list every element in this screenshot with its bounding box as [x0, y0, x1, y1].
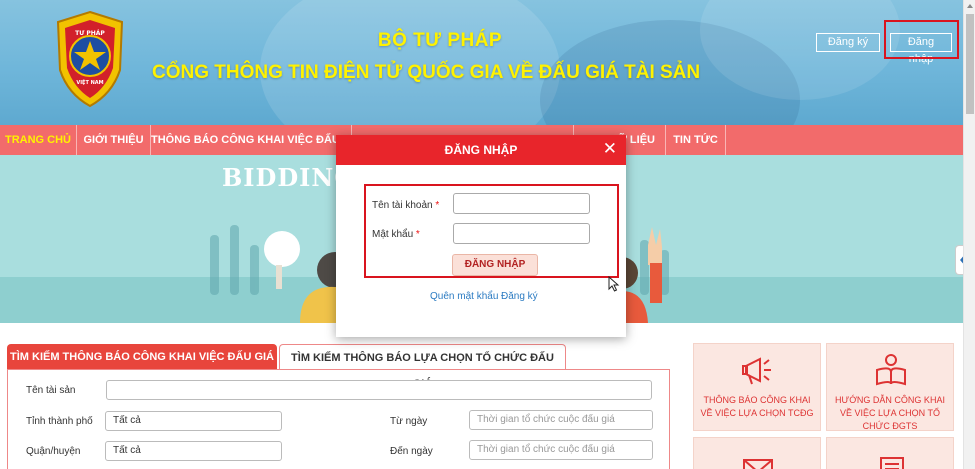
card-public-announcement[interactable]: THÔNG BÁO CÔNG KHAI VỀ VIỆC LỰA CHỌN TCĐ…: [693, 343, 821, 431]
ministry-logo[interactable]: TƯ PHÁP VIỆT NAM: [52, 10, 128, 108]
modal-title: ĐĂNG NHẬP: [444, 143, 518, 157]
from-date-label: Từ ngày: [390, 416, 428, 427]
nav-auction-announcements[interactable]: THÔNG BÁO CÔNG KHAI VIỆC ĐẤU GIÁ: [151, 125, 352, 155]
district-label: Quận/huyện: [26, 446, 81, 457]
from-date-input[interactable]: Thời gian tổ chức cuộc đấu giá: [469, 410, 653, 430]
district-select[interactable]: Tất cả: [105, 441, 282, 461]
asset-name-input[interactable]: [106, 380, 652, 400]
logo-text-bottom: VIỆT NAM: [76, 78, 103, 86]
card-documents[interactable]: [826, 437, 954, 469]
envelope-icon: [743, 459, 773, 469]
card-label: HƯỚNG DẪN CÔNG KHAI VỀ VIỆC LỰA CHỌN TỔ …: [835, 395, 945, 431]
scrollbar-thumb[interactable]: [966, 14, 974, 114]
close-icon[interactable]: ✕: [603, 135, 617, 163]
to-date-input[interactable]: Thời gian tổ chức cuộc đấu giá: [469, 440, 653, 460]
login-form-highlight: [364, 184, 619, 278]
portal-title: CỔNG THÔNG TIN ĐIỆN TỬ QUỐC GIA VỀ ĐẤU G…: [152, 62, 701, 83]
mouse-cursor-icon: [608, 276, 620, 292]
province-label: Tỉnh thành phố: [26, 416, 93, 427]
nav-news[interactable]: TIN TỨC: [666, 125, 726, 155]
megaphone-icon: [742, 357, 771, 385]
search-form: Tên tài sản Tỉnh thành phố Tất cả Từ ngà…: [7, 369, 670, 469]
to-date-label: Đến ngày: [390, 446, 433, 457]
card-label: THÔNG BÁO CÔNG KHAI VỀ VIỆC LỰA CHỌN TCĐ…: [700, 395, 814, 418]
card-selection-guide[interactable]: HƯỚNG DẪN CÔNG KHAI VỀ VIỆC LỰA CHỌN TỔ …: [826, 343, 954, 431]
tab-search-auction-announcements[interactable]: TÌM KIẾM THÔNG BÁO CÔNG KHAI VIỆC ĐẤU GI…: [7, 344, 277, 370]
province-select[interactable]: Tất cả: [105, 411, 282, 431]
scroll-up-arrow-icon[interactable]: [964, 0, 975, 12]
asset-name-label: Tên tài sản: [26, 385, 76, 396]
register-button[interactable]: Đăng ký: [816, 33, 880, 52]
modal-register-link[interactable]: Đăng ký: [501, 291, 538, 302]
modal-header: ĐĂNG NHẬP ✕: [336, 135, 626, 165]
page-scrollbar[interactable]: [963, 0, 975, 469]
card-contact[interactable]: [693, 437, 821, 469]
tab-search-organization-selection[interactable]: TÌM KIẾM THÔNG BÁO LỰA CHỌN TỔ CHỨC ĐẤU …: [279, 344, 566, 390]
document-icon: [880, 457, 904, 469]
login-button-highlight: [884, 20, 959, 59]
nav-about[interactable]: GIỚI THIỆU: [77, 125, 151, 155]
forgot-password-link[interactable]: Quên mật khẩu: [430, 291, 498, 302]
reading-person-icon: [876, 354, 906, 386]
nav-home[interactable]: TRANG CHỦ: [0, 125, 77, 155]
site-header: TƯ PHÁP VIỆT NAM BỘ TƯ PHÁP CỔNG THÔNG T…: [0, 0, 963, 125]
ministry-title: BỘ TƯ PHÁP: [377, 30, 503, 51]
